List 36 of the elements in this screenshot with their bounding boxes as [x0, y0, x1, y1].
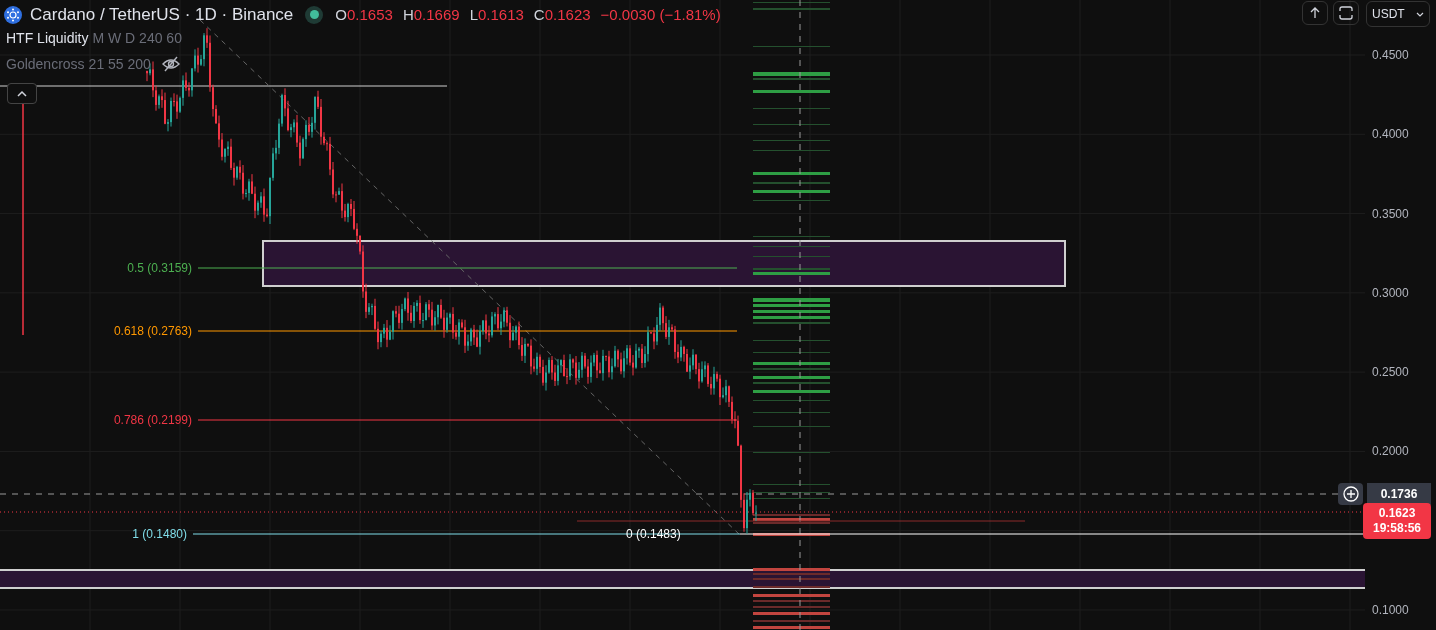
- fib-level-label: 0.618 (0.2763): [113, 324, 192, 338]
- coin-logo-icon: [4, 5, 22, 24]
- crosshair-price-label: 0.1736: [1367, 483, 1431, 505]
- currency-dropdown[interactable]: USDT: [1366, 1, 1430, 27]
- fullscreen-icon: [1339, 6, 1353, 20]
- indicator-params: 21 55 200: [88, 54, 151, 74]
- symbol-title: Cardano / TetherUS · 1D · Binance: [30, 4, 294, 26]
- fib-level-label: 0.5 (0.3159): [127, 261, 192, 275]
- fullscreen-button[interactable]: [1333, 1, 1359, 25]
- plus-circle-icon: [1342, 486, 1359, 502]
- last-price-label: 0.1623 19:58:56: [1363, 503, 1431, 539]
- price-axis-label: 0.2500: [1372, 365, 1409, 380]
- indicator-name[interactable]: HTF Liquidity: [6, 27, 89, 49]
- scroll-up-button[interactable]: [1302, 1, 1328, 25]
- ohlc-value: L0.1613: [469, 4, 524, 25]
- ohlc-value: O0.1653: [335, 4, 393, 25]
- chevron-down-icon: [1416, 11, 1424, 17]
- add-alert-button[interactable]: [1338, 483, 1363, 505]
- price-axis-label: 0.3000: [1372, 285, 1409, 300]
- ohlc-value: H0.1669: [402, 4, 460, 25]
- fib-level-label: 0.786 (0.2199): [113, 413, 192, 427]
- fib-level-label: 0 (0.1483): [626, 527, 681, 541]
- caret-icon: [16, 89, 28, 98]
- ohlc-value: C0.1623: [533, 4, 591, 25]
- arrow-up-icon: [1310, 7, 1320, 19]
- price-change: −0.0030 (−1.81%): [600, 4, 721, 25]
- indicator-name[interactable]: Goldencross: [6, 53, 85, 75]
- price-axis-label: 0.3500: [1372, 206, 1409, 221]
- price-axis-label: 0.4500: [1372, 48, 1409, 62]
- indicator-params: M W D 240 60: [92, 28, 182, 48]
- price-axis-label: 0.2000: [1372, 444, 1409, 459]
- price-axis-label: 0.4000: [1372, 127, 1409, 142]
- hidden-eye-icon[interactable]: [160, 56, 181, 72]
- fib-level-label: 1 (0.1480): [132, 527, 187, 541]
- price-axis-label: 0.1000: [1372, 603, 1409, 617]
- collapse-button[interactable]: [7, 83, 37, 104]
